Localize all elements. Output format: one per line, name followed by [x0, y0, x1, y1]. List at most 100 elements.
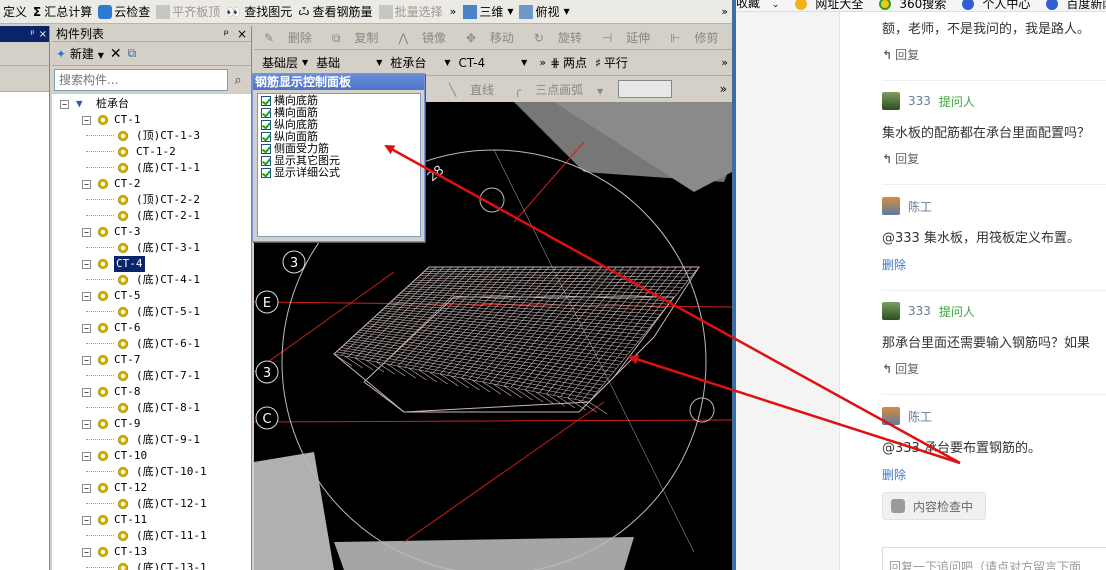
component-search-input[interactable]	[54, 69, 228, 91]
toolbar-overflow-2[interactable]: »	[721, 5, 728, 18]
tree-leaf[interactable]: (底)CT-10-1	[52, 464, 252, 480]
collapse-icon[interactable]: −	[82, 388, 91, 397]
tree-group[interactable]: − CT-13	[52, 544, 252, 560]
two-point-button[interactable]: ⋕ 两点	[550, 54, 587, 71]
tree-group[interactable]: − CT-10	[52, 448, 252, 464]
rebar-option-checkbox[interactable]	[261, 168, 271, 178]
menu-view-rebar[interactable]: ѽ 查看钢筋量	[295, 1, 375, 23]
rebar-option-checkbox[interactable]	[261, 108, 271, 118]
collapse-icon[interactable]: −	[82, 548, 91, 557]
bookmark-360-search[interactable]: 360搜索	[879, 0, 954, 10]
search-icon[interactable]: ⌕	[228, 69, 248, 91]
extend-button[interactable]: ⊣ 延伸	[597, 29, 655, 46]
delete-link[interactable]: 删除	[882, 466, 906, 483]
category-dropdown[interactable]: 基础 ▼	[316, 54, 382, 71]
tree-leaf[interactable]: (底)CT-8-1	[52, 400, 252, 416]
parallel-button[interactable]: ♯ 平行	[595, 54, 628, 71]
toolbar-overflow[interactable]: »	[450, 5, 457, 18]
tree-group[interactable]: − CT-8	[52, 384, 252, 400]
bookmark-site-directory[interactable]: 网址大全	[795, 0, 871, 10]
layer-toolbar-overflow-2[interactable]: »	[721, 56, 728, 69]
rebar-option[interactable]: 显示详细公式	[258, 167, 420, 179]
copy-component-icon[interactable]: ⧉	[128, 46, 137, 61]
draw-option-select[interactable]	[618, 80, 673, 98]
tree-leaf[interactable]: (顶)CT-1-3	[52, 128, 252, 144]
bookmark-personal-center[interactable]: 个人中心	[962, 0, 1038, 10]
type-dropdown[interactable]: 桩承台 ▼	[390, 54, 450, 71]
menu-find-element[interactable]: 👀 查找图元	[223, 1, 295, 23]
tree-leaf[interactable]: (顶)CT-2-2	[52, 192, 252, 208]
reply-input[interactable]: 回复一下追问吧（请点对方留言下面	[882, 547, 1106, 570]
tree-leaf[interactable]: (底)CT-12-1	[52, 496, 252, 512]
menu-cloud-check[interactable]: 云检查	[95, 1, 153, 23]
collapse-icon[interactable]: −	[82, 292, 91, 301]
tree-leaf[interactable]: (底)CT-9-1	[52, 432, 252, 448]
collapse-icon[interactable]: −	[60, 100, 69, 109]
close-icon[interactable]: ×	[237, 27, 247, 41]
tree-group[interactable]: − CT-4	[52, 256, 252, 272]
author-name[interactable]: 333	[908, 304, 931, 318]
arc-tool-button[interactable]: ╭ 三点画弧 ▼	[509, 81, 608, 98]
menu-align-top[interactable]: 平齐板顶	[153, 1, 223, 23]
menu-batch-select[interactable]: 批量选择	[376, 1, 446, 23]
tree-root[interactable]: − ▼ 桩承台	[52, 96, 252, 112]
delete-button[interactable]: ✎ 删除	[259, 29, 317, 46]
collapse-icon[interactable]: −	[82, 260, 91, 269]
delete-component-button[interactable]: ✕	[110, 46, 122, 62]
tree-leaf[interactable]: CT-1-2	[52, 144, 252, 160]
rebar-option-checkbox[interactable]	[261, 144, 271, 154]
draw-toolbar-overflow[interactable]: »	[720, 82, 727, 96]
collapse-icon[interactable]: −	[82, 516, 91, 525]
move-button[interactable]: ✥ 移动	[461, 29, 519, 46]
menu-summary-calc[interactable]: Σ 汇总计算	[30, 1, 95, 23]
tree-group[interactable]: − CT-6	[52, 320, 252, 336]
collapse-icon[interactable]: −	[82, 228, 91, 237]
tree-leaf[interactable]: (底)CT-7-1	[52, 368, 252, 384]
avatar[interactable]	[882, 197, 900, 215]
tree-leaf[interactable]: (底)CT-5-1	[52, 304, 252, 320]
pin-icon[interactable]: ᵖ	[224, 27, 229, 41]
view-top-button[interactable]: 俯视 ▼	[516, 1, 572, 23]
tree-leaf[interactable]: (底)CT-6-1	[52, 336, 252, 352]
line-tool-button[interactable]: ╲ 直线	[444, 81, 499, 98]
tree-leaf[interactable]: (底)CT-11-1	[52, 528, 252, 544]
rebar-option-checkbox[interactable]	[261, 132, 271, 142]
tree-group[interactable]: − CT-9	[52, 416, 252, 432]
author-name[interactable]: 陈工	[908, 408, 932, 425]
copy-button[interactable]: ⧉ 复制	[327, 29, 383, 46]
tree-group[interactable]: − CT-2	[52, 176, 252, 192]
author-name[interactable]: 陈工	[908, 198, 932, 215]
new-component-button[interactable]: ✦ 新建 ▼	[56, 45, 104, 62]
collapse-icon[interactable]: −	[82, 356, 91, 365]
collapse-icon[interactable]: −	[82, 324, 91, 333]
reply-link[interactable]: ↰ 回复	[882, 150, 919, 167]
component-dropdown[interactable]: CT-4 ▼	[459, 56, 528, 70]
rebar-option-checkbox[interactable]	[261, 120, 271, 130]
pin-icon[interactable]: ᵖ	[30, 29, 34, 40]
layer-toolbar-overflow[interactable]: »	[539, 56, 546, 69]
tree-leaf[interactable]: (底)CT-3-1	[52, 240, 252, 256]
bookmark-baidu-news[interactable]: 百度新闻	[1046, 0, 1106, 10]
view-3d-button[interactable]: 三维 ▼	[460, 1, 516, 23]
rebar-option-checkbox[interactable]	[261, 156, 271, 166]
tree-leaf[interactable]: (底)CT-13-1	[52, 560, 252, 570]
collapse-icon[interactable]: −	[82, 420, 91, 429]
reply-link[interactable]: ↰ 回复	[882, 360, 919, 377]
avatar[interactable]	[882, 302, 900, 320]
collapse-icon[interactable]: −	[82, 484, 91, 493]
close-icon[interactable]: ×	[39, 29, 47, 40]
avatar[interactable]	[882, 92, 900, 110]
mirror-button[interactable]: ⋀ 镜像	[393, 29, 451, 46]
rebar-option-checkbox[interactable]	[261, 96, 271, 106]
tree-group[interactable]: − CT-3	[52, 224, 252, 240]
bookmark-favorites[interactable]: 收藏 ⌄	[736, 0, 787, 11]
tree-group[interactable]: − CT-11	[52, 512, 252, 528]
rotate-button[interactable]: ↻ 旋转	[529, 29, 587, 46]
collapse-icon[interactable]: −	[82, 180, 91, 189]
tree-group[interactable]: − CT-12	[52, 480, 252, 496]
tree-leaf[interactable]: (底)CT-4-1	[52, 272, 252, 288]
author-name[interactable]: 333	[908, 94, 931, 108]
tree-group[interactable]: − CT-5	[52, 288, 252, 304]
rebar-cage-wireframe[interactable]	[333, 266, 700, 415]
reply-link[interactable]: ↰ 回复	[882, 46, 919, 63]
